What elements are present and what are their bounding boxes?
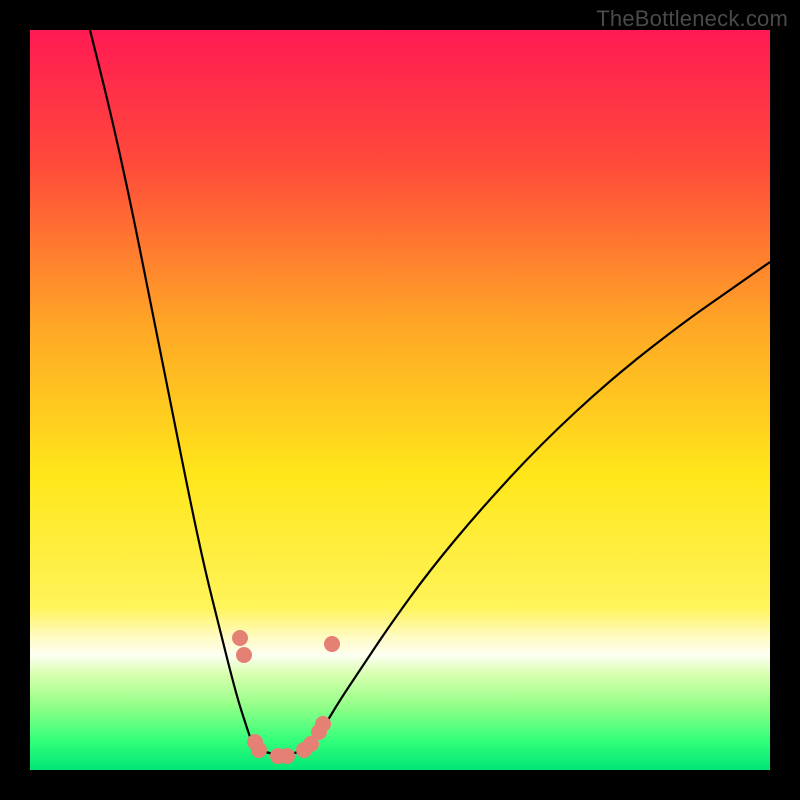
watermark-text: TheBottleneck.com [596,6,788,32]
data-marker [279,748,295,764]
chart-plot-area [30,30,770,770]
data-marker [251,742,267,758]
chart-curves-layer [30,30,770,770]
data-marker [324,636,340,652]
data-marker [232,630,248,646]
data-markers-group [232,630,340,764]
data-marker [315,716,331,732]
curve-right-branch [307,262,770,750]
curve-left-branch [90,30,257,750]
data-marker [236,647,252,663]
